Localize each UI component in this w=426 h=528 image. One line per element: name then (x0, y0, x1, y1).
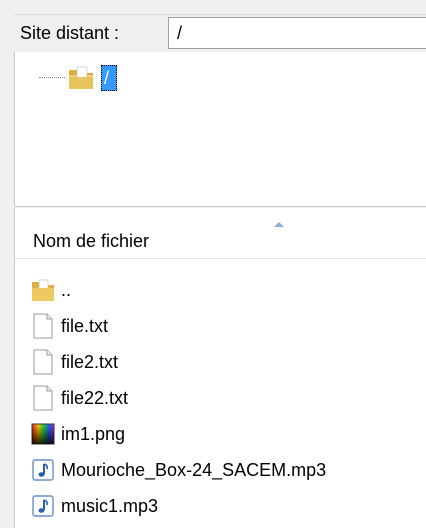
tree-node-root[interactable]: / (39, 64, 117, 92)
file-name: file2.txt (61, 352, 119, 372)
audio-file-icon (31, 493, 55, 519)
text-file-icon (31, 313, 55, 339)
list-item[interactable]: im1.png (15, 416, 426, 452)
file-rows: .. file.txt file2.txt file22.txt im1.png… (15, 272, 426, 524)
column-header-label: Nom de fichier (33, 231, 150, 251)
file-name: im1.png (61, 424, 126, 444)
tree-node-label[interactable]: / (101, 65, 117, 91)
remote-path-input[interactable] (168, 17, 426, 49)
list-item[interactable]: file22.txt (15, 380, 426, 416)
folder-icon (31, 277, 55, 303)
list-item[interactable]: file.txt (15, 308, 426, 344)
remote-site-label: Site distant : (20, 23, 120, 43)
list-item[interactable]: music1.mp3 (15, 488, 426, 524)
folder-icon (67, 65, 97, 91)
file-browser-pane: Site distant : / Nom de fichier (0, 0, 426, 528)
column-header-filename[interactable]: Nom de fichier (15, 208, 426, 259)
tree-connector-line (39, 77, 65, 79)
text-file-icon (31, 385, 55, 411)
remote-site-bar: Site distant : (14, 14, 426, 51)
sort-ascending-icon (274, 222, 284, 227)
file-name: .. (61, 280, 72, 300)
list-item[interactable]: .. (15, 272, 426, 308)
file-name: music1.mp3 (61, 496, 159, 516)
text-file-icon (31, 349, 55, 375)
list-item[interactable]: Mourioche_Box-24_SACEM.mp3 (15, 452, 426, 488)
file-name: file.txt (61, 316, 109, 336)
audio-file-icon (31, 457, 55, 483)
remote-file-list: Nom de fichier .. file.txt file2.txt fil… (14, 208, 426, 528)
file-name: Mourioche_Box-24_SACEM.mp3 (61, 460, 327, 480)
list-item[interactable]: file2.txt (15, 344, 426, 380)
file-name: file22.txt (61, 388, 129, 408)
image-file-icon (31, 421, 55, 447)
remote-directory-tree[interactable]: / (14, 52, 426, 207)
